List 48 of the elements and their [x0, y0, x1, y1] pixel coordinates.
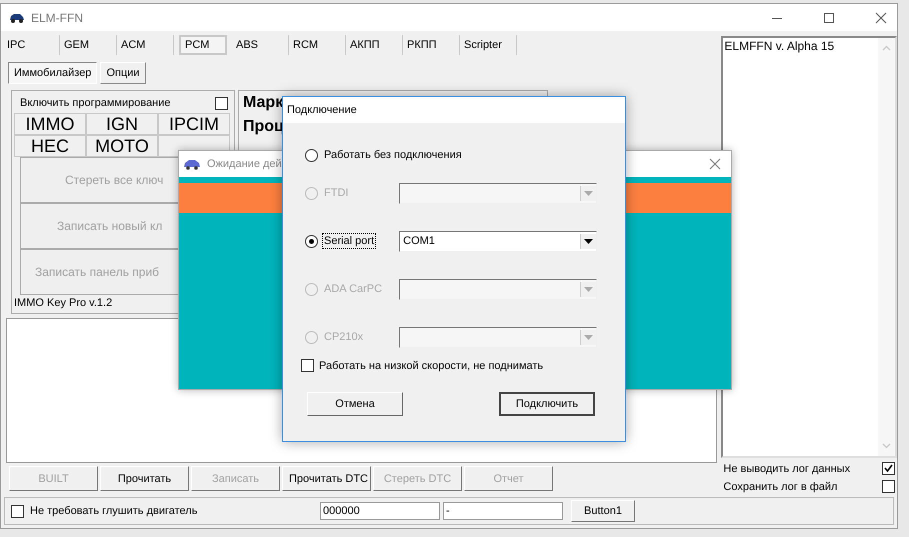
info-text: Проц — [243, 118, 284, 136]
radio-label: ADA CarPC — [323, 282, 384, 296]
module-button[interactable]: HEC — [14, 135, 86, 157]
input-field[interactable]: - — [443, 502, 563, 520]
checkbox-label: Работать на низкой скорости, не поднимать — [319, 360, 544, 372]
port-dropdown[interactable]: COM1 — [399, 230, 598, 252]
radio-button[interactable] — [305, 234, 318, 248]
checkbox[interactable] — [11, 504, 24, 518]
dialog-button[interactable]: Отмена — [307, 392, 403, 416]
close-icon[interactable] — [709, 158, 721, 170]
checkbox[interactable] — [301, 359, 314, 372]
version-label: IMMO Key Pro v.1.2 — [14, 296, 114, 309]
button[interactable]: Button1 — [571, 500, 635, 522]
module-button[interactable]: IMMO — [14, 113, 86, 135]
module-button[interactable]: IGN — [86, 113, 158, 135]
car-icon — [183, 158, 201, 170]
maximize-icon[interactable] — [823, 12, 835, 24]
checkbox-label: Не выводить лог данных — [723, 462, 850, 474]
radio-label: Serial port — [323, 234, 376, 248]
log-line: ELMFFN v. Alpha 15 — [724, 39, 836, 53]
dialog-title: Подключение — [287, 104, 357, 116]
module-button[interactable]: IPCIM — [158, 113, 230, 135]
port-dropdown[interactable] — [399, 278, 597, 300]
checkbox-label: Сохранить лог в файл — [723, 480, 838, 492]
checkbox-label: Не требовать глушить двигатель — [30, 505, 198, 517]
checkbox[interactable] — [215, 96, 228, 110]
radio-label: CP210x — [323, 330, 364, 344]
port-dropdown[interactable] — [399, 182, 597, 204]
action-button[interactable]: Прочитать DTC — [282, 466, 371, 491]
window-title: ELM-FFN — [31, 10, 83, 24]
checkbox[interactable] — [882, 462, 895, 475]
dialog-button[interactable]: Подключить — [499, 392, 595, 416]
checkbox-label: Включить программирование — [20, 97, 171, 109]
radio-label: Работать без подключения — [323, 148, 463, 162]
section-tab[interactable]: Опции — [100, 62, 146, 84]
input-field[interactable]: 000000 — [320, 502, 440, 520]
port-dropdown[interactable] — [399, 326, 597, 348]
module-tab[interactable]: PCM — [179, 35, 227, 55]
radio-button[interactable] — [305, 148, 318, 162]
section-tab[interactable]: Иммобилайзер — [8, 62, 98, 84]
radio-label: FTDI — [323, 186, 350, 200]
car-icon — [9, 12, 25, 24]
info-text: Марк — [243, 94, 284, 112]
close-icon[interactable] — [875, 12, 887, 24]
dropdown-arrow-icon[interactable] — [584, 238, 594, 244]
action-button[interactable]: Прочитать — [100, 466, 189, 491]
checkbox[interactable] — [882, 480, 895, 493]
module-button[interactable]: MOTO — [86, 135, 158, 157]
